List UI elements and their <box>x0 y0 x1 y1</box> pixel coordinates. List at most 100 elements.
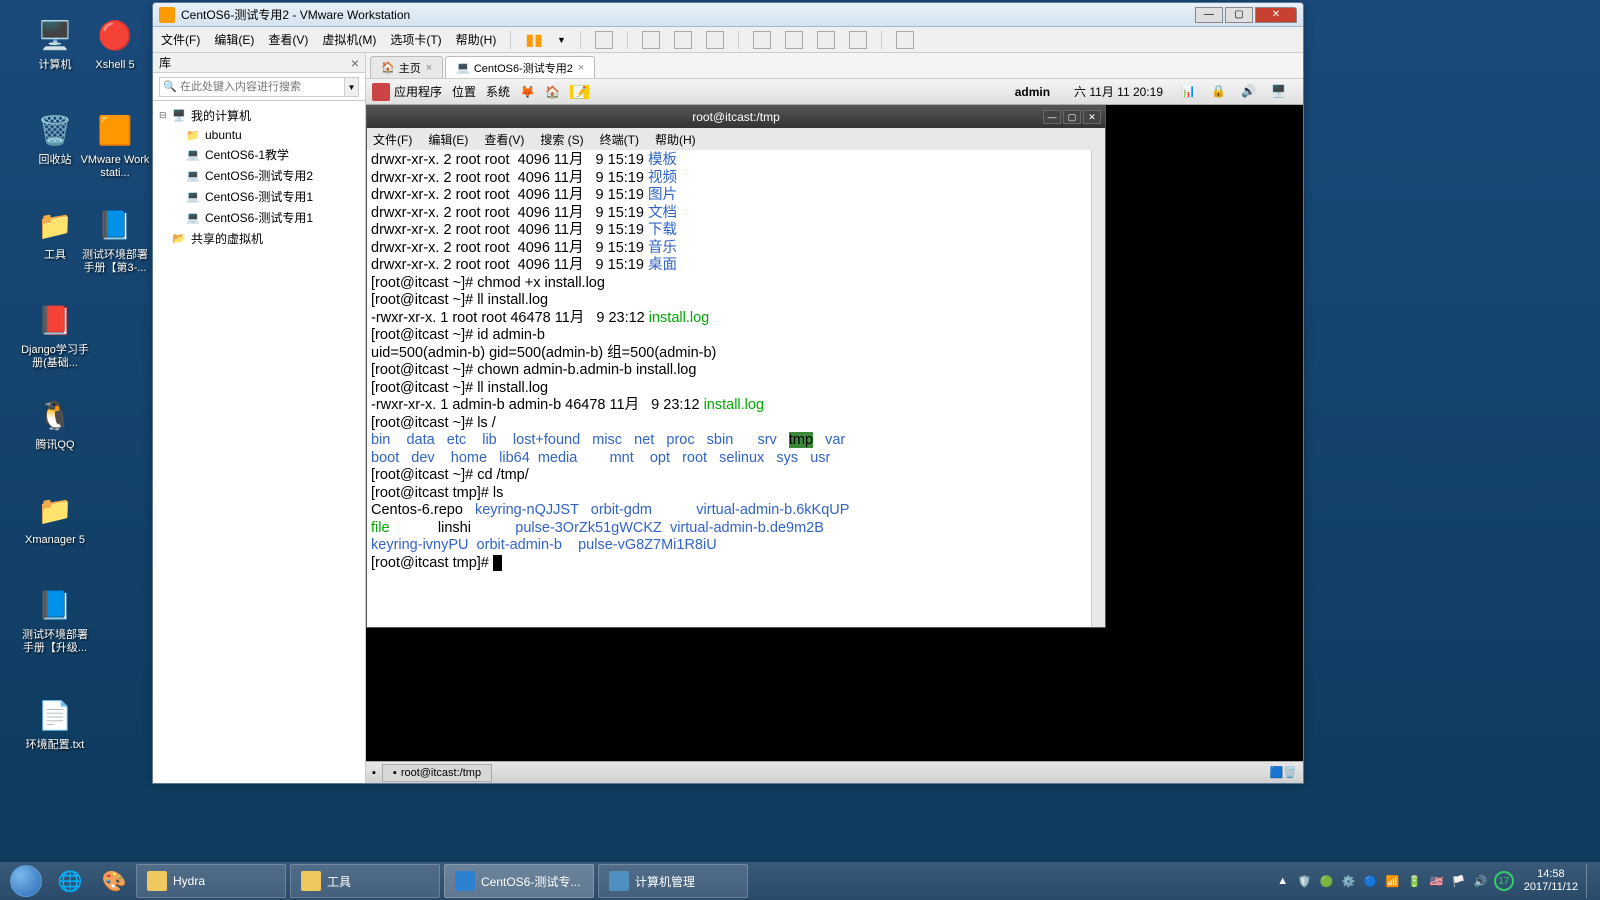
desktop-icon-6[interactable]: 📕 Django学习手册(基础... <box>20 300 90 370</box>
tree-item[interactable]: ⊟🖥️我的计算机 <box>153 105 365 126</box>
term-close-button[interactable]: ✕ <box>1083 110 1101 124</box>
tray-icon[interactable]: 🔵 <box>1362 872 1380 890</box>
tray-icon[interactable]: 🔋 <box>1406 872 1424 890</box>
tray-expand-icon[interactable]: ▲ <box>1274 872 1292 890</box>
tab-close-icon[interactable]: × <box>426 62 432 74</box>
desktop-icon-5[interactable]: 📘测试环境部署手册【第3-... <box>80 205 150 275</box>
tray-icon[interactable]: 🟢 <box>1318 872 1336 890</box>
search-dropdown-icon[interactable]: ▼ <box>345 77 359 97</box>
toolbar-icon[interactable] <box>785 31 803 49</box>
terminal-scrollbar[interactable] <box>1091 150 1105 627</box>
menu-vm[interactable]: 虚拟机(M) <box>322 31 376 48</box>
terminal-output[interactable]: drwxr-xr-x. 2 root root 4096 11月 9 15:19… <box>367 150 1105 627</box>
vm-display-area: 🏠主页×💻CentOS6-测试专用2× 应用程序 位置 系统 🦊 🏠 📝 adm… <box>366 53 1303 783</box>
ie-icon[interactable]: 🌐 <box>48 864 92 898</box>
trash-icon[interactable]: 🗑️ <box>1283 766 1297 779</box>
desktop-icon-10[interactable]: 📄环境配置.txt <box>20 695 90 752</box>
tray-icon[interactable]: 🔒 <box>1211 84 1227 100</box>
menu-tabs[interactable]: 选项卡(T) <box>390 31 441 48</box>
taskbar-item[interactable]: CentOS6-测试专... <box>444 864 594 898</box>
display-icon[interactable]: 🖥️ <box>1271 84 1287 100</box>
term-menu-terminal[interactable]: 终端(T) <box>600 131 639 148</box>
tree-item[interactable]: 💻CentOS6-测试专用2 <box>153 165 365 186</box>
close-button[interactable]: ✕ <box>1255 7 1297 23</box>
icon-glyph: 🟧 <box>95 110 135 150</box>
volume-icon[interactable]: 🔊 <box>1241 84 1257 100</box>
home-icon[interactable]: 🏠 <box>545 85 560 99</box>
term-menu-edit[interactable]: 编辑(E) <box>428 131 468 148</box>
tree-item[interactable]: 📂共享的虚拟机 <box>153 228 365 249</box>
tray-flag-icon[interactable]: 🏳️ <box>1450 872 1468 890</box>
tree-item[interactable]: 📁ubuntu <box>153 126 365 144</box>
tray-icon[interactable]: 📊 <box>1181 84 1197 100</box>
taskbar-item[interactable]: 工具 <box>290 864 440 898</box>
terminal-window: root@itcast:/tmp — ▢ ✕ 文件(F) 编辑(E) 查看(V)… <box>366 105 1106 628</box>
start-button[interactable] <box>4 864 48 898</box>
desktop-icon-1[interactable]: 🔴Xshell 5 <box>80 15 150 72</box>
term-menu-view[interactable]: 查看(V) <box>484 131 524 148</box>
gnome-clock[interactable]: 六 11月 11 20:19 <box>1074 83 1163 100</box>
gnome-user[interactable]: admin <box>1015 85 1050 99</box>
show-desktop-icon[interactable]: ▪ <box>372 767 376 779</box>
vmware-titlebar[interactable]: CentOS6-测试专用2 - VMware Workstation — ▢ ✕ <box>153 3 1303 27</box>
vmware-window: CentOS6-测试专用2 - VMware Workstation — ▢ ✕… <box>152 2 1304 784</box>
term-menu-file[interactable]: 文件(F) <box>373 131 412 148</box>
gnome-places[interactable]: 位置 <box>452 83 476 100</box>
vmware-title-text: CentOS6-测试专用2 - VMware Workstation <box>181 6 410 23</box>
taskbar-item[interactable]: Hydra <box>136 864 286 898</box>
icon-glyph: 📕 <box>35 300 75 340</box>
firefox-icon[interactable]: 🦊 <box>520 85 535 99</box>
term-menu-help[interactable]: 帮助(H) <box>655 131 696 148</box>
taskbar-item[interactable]: 计算机管理 <box>598 864 748 898</box>
toolbar-fullscreen-icon[interactable] <box>896 31 914 49</box>
tray-icon[interactable]: 🛡️ <box>1296 872 1314 890</box>
toolbar-icon[interactable] <box>849 31 867 49</box>
clock-date: 2017/11/12 <box>1524 881 1578 894</box>
toolbar-icon[interactable] <box>642 31 660 49</box>
icon-label: 腾讯QQ <box>20 439 90 452</box>
term-menu-search[interactable]: 搜索 (S) <box>540 131 583 148</box>
tray-battery-icon[interactable]: 17 <box>1494 871 1514 891</box>
term-maximize-button[interactable]: ▢ <box>1063 110 1081 124</box>
workspace-icon[interactable]: 🟦 <box>1270 766 1284 779</box>
toolbar-icon[interactable] <box>753 31 771 49</box>
maximize-button[interactable]: ▢ <box>1225 7 1253 23</box>
toolbar-icon[interactable] <box>817 31 835 49</box>
toolbar-snapshot-icon[interactable] <box>595 31 613 49</box>
desktop-icon-8[interactable]: 📁Xmanager 5 <box>20 490 90 547</box>
tree-item[interactable]: 💻CentOS6-测试专用1 <box>153 186 365 207</box>
desktop-icon-7[interactable]: 🐧腾讯QQ <box>20 395 90 452</box>
taskbar-clock[interactable]: 14:58 2017/11/12 <box>1524 868 1578 894</box>
tree-item[interactable]: 💻CentOS6-1教学 <box>153 144 365 165</box>
taskbar-terminal-item[interactable]: ▪root@itcast:/tmp <box>382 764 492 782</box>
menu-file[interactable]: 文件(F) <box>161 31 200 48</box>
vm-tab[interactable]: 🏠主页× <box>370 56 443 78</box>
gnome-system[interactable]: 系统 <box>486 83 510 100</box>
pause-icon[interactable]: ▮▮ <box>525 30 543 50</box>
term-minimize-button[interactable]: — <box>1043 110 1061 124</box>
tray-volume-icon[interactable]: 🔊 <box>1472 872 1490 890</box>
desktop-icon-3[interactable]: 🟧VMware Workstati... <box>80 110 150 180</box>
toolbar-icon[interactable] <box>706 31 724 49</box>
tray-icon[interactable]: ⚙️ <box>1340 872 1358 890</box>
terminal-titlebar[interactable]: root@itcast:/tmp — ▢ ✕ <box>367 106 1105 128</box>
tree-item[interactable]: 💻CentOS6-测试专用1 <box>153 207 365 228</box>
icon-label: Django学习手册(基础... <box>20 344 90 370</box>
gnome-applications[interactable]: 应用程序 <box>394 83 442 100</box>
show-desktop-button[interactable] <box>1586 864 1596 898</box>
gnome-apps-icon[interactable] <box>372 83 390 101</box>
menu-view[interactable]: 查看(V) <box>268 31 308 48</box>
paint-icon[interactable]: 🎨 <box>92 864 136 898</box>
library-search-input[interactable] <box>159 77 345 97</box>
toolbar-icon[interactable] <box>674 31 692 49</box>
tray-icon[interactable]: 🇺🇸 <box>1428 872 1446 890</box>
library-close-icon[interactable]: × <box>351 55 359 71</box>
desktop-icon-9[interactable]: 📘测试环境部署手册【升级... <box>20 585 90 655</box>
minimize-button[interactable]: — <box>1195 7 1223 23</box>
menu-edit[interactable]: 编辑(E) <box>214 31 254 48</box>
tab-close-icon[interactable]: × <box>578 62 584 74</box>
vm-tab[interactable]: 💻CentOS6-测试专用2× <box>445 56 595 78</box>
menu-help[interactable]: 帮助(H) <box>456 31 497 48</box>
note-icon[interactable]: 📝 <box>570 85 589 99</box>
tray-icon[interactable]: 📶 <box>1384 872 1402 890</box>
